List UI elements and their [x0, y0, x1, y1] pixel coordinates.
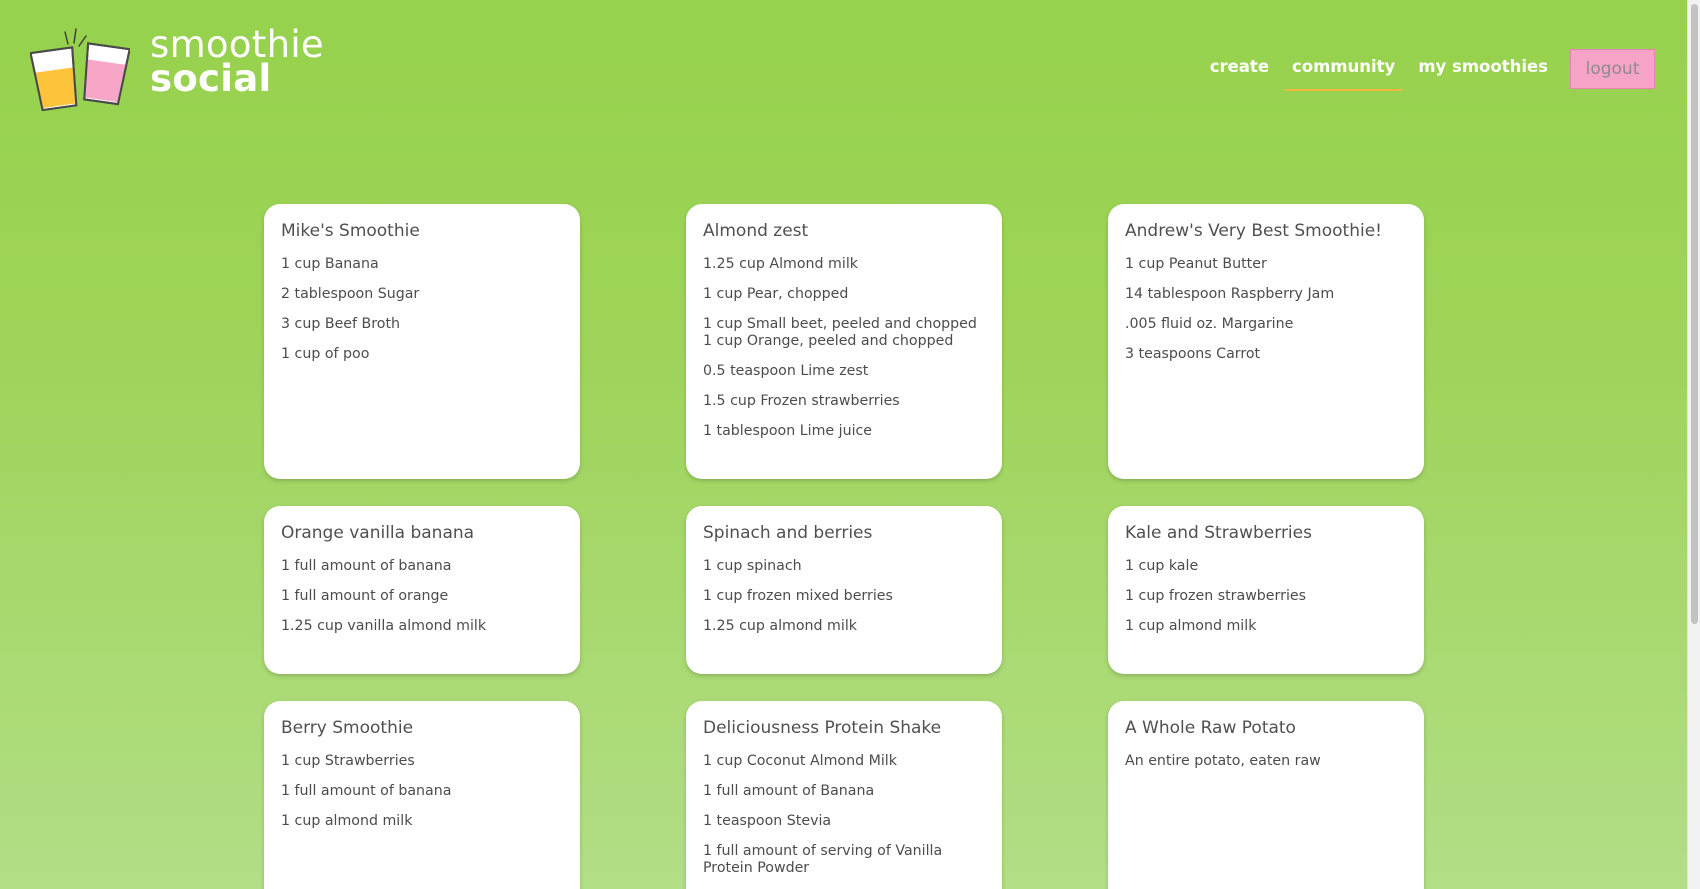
- nav-community[interactable]: community: [1285, 47, 1403, 91]
- ingredient-item: 1 full amount of banana: [281, 558, 452, 574]
- smoothie-card[interactable]: Deliciousness Protein Shake 1 cup Coconut…: [686, 701, 1002, 889]
- ingredient-item: An entire potato, eaten raw: [1125, 753, 1321, 769]
- smoothie-card[interactable]: Almond zest 1.25 cup Almond milk 1 cup Pea…: [686, 204, 1002, 479]
- ingredient-item: 1.25 cup vanilla almond milk: [281, 618, 487, 634]
- logout-button[interactable]: logout: [1570, 49, 1655, 89]
- smoothie-card[interactable]: Orange vanilla banana 1 full amount of ba…: [264, 506, 580, 674]
- smoothie-title: Spinach and berries: [703, 523, 873, 543]
- ingredient-item: 2 tablespoon Sugar: [281, 286, 420, 302]
- ingredient-item: 1 cup Small beet, peeled and chopped 1 c…: [703, 316, 977, 349]
- smoothie-card[interactable]: Mike's Smoothie 1 cup Banana 2 tablespoon …: [264, 204, 580, 479]
- ingredient-item: 1 full amount of Banana: [703, 783, 875, 799]
- smoothie-card[interactable]: Andrew's Very Best Smoothie! 1 cup Peanut…: [1108, 204, 1424, 479]
- smoothie-card[interactable]: A Whole Raw Potato An entire potato, eate…: [1108, 701, 1424, 889]
- ingredient-item: 3 cup Beef Broth: [281, 316, 401, 332]
- ingredient-item: 1 cup spinach: [703, 558, 802, 574]
- ingredient-item: 3 teaspoons Carrot: [1125, 346, 1261, 362]
- ingredient-item: .005 fluid oz. Margarine: [1125, 316, 1294, 332]
- scrollbar-thumb[interactable]: [1691, 4, 1698, 624]
- ingredient-item: 1 full amount of banana: [281, 783, 452, 799]
- ingredient-item: 1 cup Coconut Almond Milk: [703, 753, 897, 769]
- smoothie-title: Deliciousness Protein Shake: [703, 718, 942, 738]
- smoothie-title: Berry Smoothie: [281, 718, 414, 738]
- ingredient-item: 1 teaspoon Stevia: [703, 813, 832, 829]
- page-background: smoothie social create community my smoo…: [0, 0, 1687, 889]
- ingredient-item: 1 cup Peanut Butter: [1125, 256, 1267, 272]
- page-scrollbar[interactable]: [1687, 0, 1700, 889]
- ingredient-item: 1 cup kale: [1125, 558, 1199, 574]
- smoothie-title: Andrew's Very Best Smoothie!: [1125, 221, 1382, 241]
- ingredient-item: 1 full amount of serving of Vanilla Prot…: [703, 843, 943, 876]
- ingredient-item: 1 cup frozen mixed berries: [703, 588, 893, 604]
- ingredient-item: 1 cup almond milk: [281, 813, 413, 829]
- two-glasses-cheers-icon[interactable]: [29, 26, 131, 112]
- smoothie-title: A Whole Raw Potato: [1125, 718, 1296, 738]
- ingredient-item: 1 cup Strawberries: [281, 753, 415, 769]
- smoothie-title: Almond zest: [703, 221, 809, 241]
- smoothie-card[interactable]: Berry Smoothie 1 cup Strawberries 1 full a…: [264, 701, 580, 889]
- brand-line-2: social: [150, 57, 272, 101]
- smoothie-grid: Mike's Smoothie 1 cup Banana 2 tablespoon …: [264, 204, 1424, 889]
- ingredient-item: 1.25 cup Almond milk: [703, 256, 858, 272]
- ingredient-item: 1 cup Banana: [281, 256, 379, 272]
- ingredient-item: 1 cup frozen strawberries: [1125, 588, 1307, 604]
- ingredient-item: 1 cup Pear, chopped: [703, 286, 849, 302]
- main-nav: create community my smoothies logout: [1194, 47, 1655, 91]
- ingredient-item: 1.5 cup Frozen strawberries: [703, 393, 900, 409]
- ingredient-item: 14 tablespoon Raspberry Jam: [1125, 286, 1335, 302]
- ingredient-item: 0.5 teaspoon Lime zest: [703, 363, 869, 379]
- smoothie-card[interactable]: Kale and Strawberries 1 cup kale 1 cup fro…: [1108, 506, 1424, 674]
- ingredient-item: 1 cup almond milk: [1125, 618, 1257, 634]
- ingredient-item: 1 tablespoon Lime juice: [703, 423, 873, 439]
- smoothie-title: Orange vanilla banana: [281, 523, 475, 543]
- nav-my-smoothies[interactable]: my smoothies: [1411, 47, 1555, 91]
- ingredient-item: 1 cup of poo: [281, 346, 370, 362]
- smoothie-card[interactable]: Spinach and berries 1 cup spinach 1 cup fr…: [686, 506, 1002, 674]
- smoothie-title: Kale and Strawberries: [1125, 523, 1312, 543]
- ingredient-item: 1.25 cup almond milk: [703, 618, 857, 634]
- smoothie-title: Mike's Smoothie: [281, 221, 420, 241]
- ingredient-item: 1 full amount of orange: [281, 588, 449, 604]
- nav-create[interactable]: create: [1203, 47, 1276, 91]
- brand-wordmark[interactable]: smoothie social: [150, 26, 324, 101]
